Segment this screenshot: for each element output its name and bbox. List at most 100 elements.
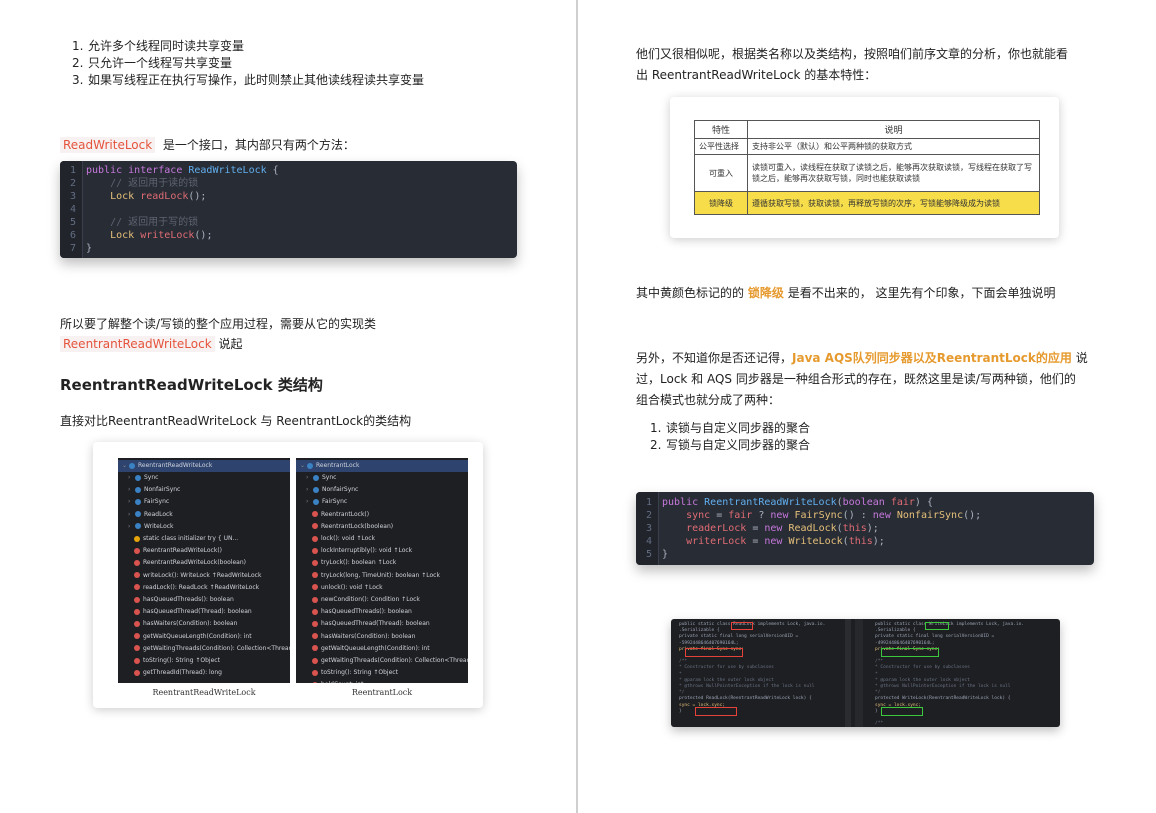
code-keyword: new [770, 510, 789, 521]
ide-code-line: * [679, 671, 682, 677]
tree-item-label: ReentrantLock() [321, 510, 370, 518]
method-icon [134, 547, 140, 554]
code-line: 5 // 返回用于写的锁 [60, 216, 517, 229]
tree-item-label: holdCount: int [321, 681, 364, 683]
ide-code-line: public static class WriteLock implements… [875, 622, 1025, 627]
ide-code-line: */ [679, 690, 685, 696]
highlight-box-sync-assign-right [881, 707, 923, 716]
code-line-text: } [86, 242, 92, 255]
tree-item-label: hasQueuedThread(Thread): boolean [143, 608, 252, 616]
ide-code-line: * Constructor for use by subclasses [875, 665, 970, 671]
list-item-text: 只允许一个线程写共享变量 [88, 56, 233, 70]
aqs-article-link[interactable]: Java AQS队列同步器以及ReentrantLock的应用 [792, 351, 1072, 365]
tree-item-label: getWaitQueueLength(Condition): int [143, 632, 252, 640]
method-icon [312, 669, 318, 676]
ide-code-line: -4992448646407690164L; [875, 640, 935, 646]
method-icon [312, 547, 318, 554]
highlight-box-sync-assign [695, 707, 737, 716]
code-line-number: 5 [645, 549, 652, 560]
method-icon [134, 535, 140, 542]
list-number: 1. [72, 39, 84, 53]
tree-item: › Sync [118, 472, 290, 484]
method-icon [312, 645, 318, 652]
ide-code-line: } [875, 708, 878, 714]
highlight-box-readlock [731, 622, 753, 630]
code-keyword: new [872, 510, 891, 521]
tree-item-label: WriteLock [144, 522, 174, 530]
tree-item: getWaitQueueLength(Condition): int [296, 643, 468, 655]
code-identifier: fair [728, 510, 753, 521]
impl-paragraph-tail: 说起 [218, 337, 243, 351]
method-icon [312, 681, 318, 683]
method-icon [134, 572, 140, 579]
tree-reentrantreadwritelock: ⌄ ReentrantReadWriteLock › Sync › NonfairSync… [118, 458, 290, 683]
code-line-number: 4 [645, 536, 652, 547]
code-line-text: public ReentrantReadWriteLock(boolean fa… [662, 496, 933, 509]
code-token: = [746, 536, 765, 547]
chevron-right-icon: › [128, 498, 131, 506]
code-line: 3 Lock readLock(); [60, 190, 517, 203]
ide-code-line: -5992448646407690164L; [679, 640, 739, 646]
method-icon [134, 669, 140, 676]
tree-item: › NonfairSync [296, 484, 468, 496]
ide-code-line: */ [875, 690, 881, 696]
tree-item-label: getThreadId(Thread): long [143, 669, 222, 677]
tree-item: readLock(): ReadLock ↑ReadWriteLock [118, 582, 290, 594]
code-line: 1 public interface ReadWriteLock { [60, 164, 517, 177]
code-token: } [662, 549, 669, 560]
code-line: 3 readerLock = new ReadLock(this); [636, 522, 1094, 535]
ide-code-line: private static final long serialVersionU… [875, 634, 995, 640]
tree-item: › FairSync [118, 496, 290, 508]
tree-item-label: unlock(): void ↑Lock [321, 583, 383, 591]
chevron-right-icon: › [306, 474, 309, 481]
chevron-right-icon: › [128, 522, 131, 530]
code-identifier: writeLock [140, 230, 195, 241]
method-icon [312, 620, 318, 627]
tree-item: hasWaiters(Condition): boolean [296, 631, 468, 643]
tree-item-label: lockInterruptibly(): void ↑Lock [321, 547, 413, 555]
left-page: 1. 允许多个线程同时读共享变量 2. 只允许一个线程写共享变量 3. 如果写线程正在执行… [0, 0, 576, 813]
code-type: FairSync [794, 510, 843, 521]
ide-code-line: * @param lock the outer lock object [875, 677, 970, 683]
ide-screenshot: public static class ReadLock implements … [671, 619, 1060, 727]
chevron-down-icon: ⌄ [122, 462, 128, 469]
chevron-right-icon: › [128, 486, 131, 494]
code-keyword: new [764, 523, 783, 534]
highlight-lock-downgrade: 锁降级 [747, 286, 784, 300]
tree-item: lock(): void ↑Lock [296, 533, 468, 545]
table-cell-feature: 公平性选择 [694, 138, 748, 155]
chevron-right-icon: › [306, 486, 309, 494]
method-icon [312, 511, 318, 518]
ide-code-line: private static final long serialVersionU… [679, 634, 799, 640]
yellow-note-paragraph: 其中黄颜色标记的的 锁降级 是看不出来的， 这里先有个印象，下面会单独说明 [636, 283, 1056, 303]
tree-item: writeLock(): WriteLock ↑ReadWriteLock [118, 570, 290, 582]
tree-item: › Sync [296, 472, 468, 484]
code-line-number: 1 [645, 497, 652, 508]
method-icon [134, 657, 140, 664]
tree-item-label: FairSync [322, 498, 348, 506]
code-line-text: sync = fair ? new FairSync() : new Nonfa… [662, 509, 981, 522]
tree-item-label: ReadLock [144, 510, 173, 518]
code-line-text: } [662, 548, 668, 561]
code-block-readwritelock: 1 public interface ReadWriteLock {2 // 返回… [60, 161, 517, 258]
method-icon [134, 620, 140, 627]
ide-code-line: .Serializable { [875, 628, 916, 634]
tree-item: ReentrantLock() [296, 509, 468, 521]
list-number: 1. [650, 421, 662, 435]
ide-code-line: /** [679, 659, 688, 665]
tree-item: getThreadId(Thread): long [118, 667, 290, 679]
method-icon [134, 559, 140, 566]
chevron-right-icon: › [306, 498, 309, 506]
code-line: 6 Lock writeLock(); [60, 229, 517, 242]
code-keyword: public [662, 497, 699, 508]
tree-item-label: newCondition(): Condition ↑Lock [321, 596, 420, 603]
tree-item-label: getWaitingThreads(Condition): Collection… [143, 644, 290, 652]
tree-item: getWaitingThreads(Condition): Collection… [296, 655, 468, 667]
method-icon [134, 633, 140, 640]
code-token: = [710, 510, 729, 521]
method-icon [312, 559, 318, 566]
code-keyword: new [764, 536, 783, 547]
tree-item: tryLock(): boolean ↑Lock [296, 557, 468, 569]
code-line: 2 // 返回用于读的锁 [60, 177, 517, 190]
tree-item-label: getWaitingThreads(Condition): Collection… [321, 657, 468, 664]
